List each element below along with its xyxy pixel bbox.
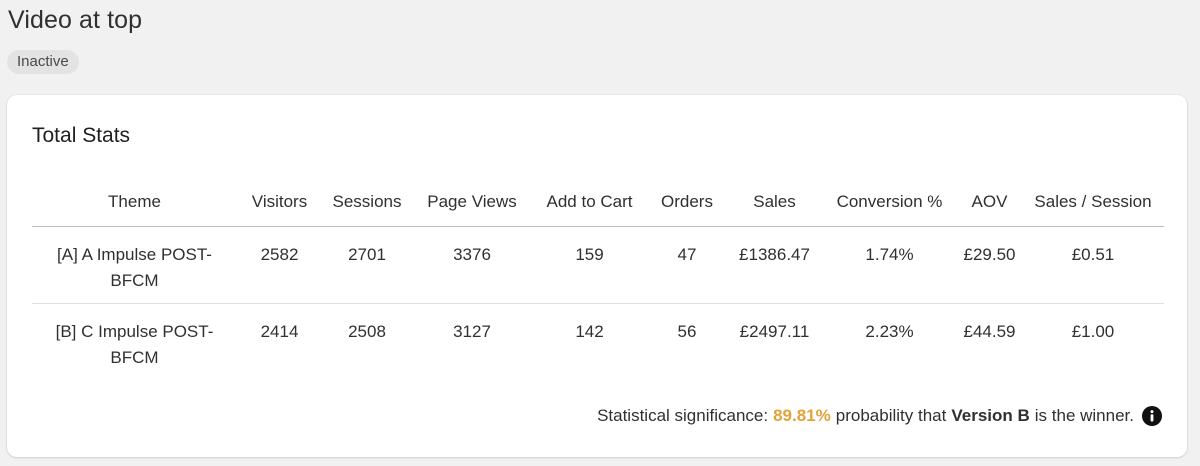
theme-name-line: BFCM	[110, 271, 159, 290]
info-icon[interactable]	[1142, 406, 1162, 426]
cell-page-views: 3127	[453, 322, 491, 341]
page-title: Video at top	[8, 6, 143, 34]
column-header-conversion[interactable]: Conversion %	[822, 178, 957, 227]
cell-theme: [B] C Impulse POST- BFCM	[32, 304, 237, 381]
cell-theme: [A] A Impulse POST- BFCM	[32, 226, 237, 304]
cell-conversion: 2.23%	[865, 322, 914, 341]
column-header-aov[interactable]: AOV	[957, 178, 1022, 227]
cell-visitors: 2582	[237, 226, 322, 304]
total-stats-card: Total Stats Theme Visitors Sessions Page…	[7, 95, 1187, 457]
column-header-theme[interactable]: Theme	[32, 178, 237, 227]
cell-sales-per-session: £1.00	[1071, 322, 1115, 341]
status-badge: Inactive	[7, 50, 79, 74]
significance-middle: probability that	[835, 406, 947, 425]
column-header-sales[interactable]: Sales	[727, 178, 822, 227]
significance-prefix: Statistical significance:	[597, 406, 769, 425]
cell-aov: £29.50	[957, 226, 1022, 304]
cell-orders: 56	[677, 322, 697, 341]
card-title: Total Stats	[32, 124, 131, 147]
cell-visitors: 2414	[260, 322, 299, 341]
winner-version: Version B	[951, 406, 1030, 425]
cell-orders: 47	[647, 226, 727, 304]
column-header-visitors[interactable]: Visitors	[237, 178, 322, 227]
cell-add-to-cart: 142	[575, 322, 604, 341]
significance-percent: 89.81%	[773, 406, 831, 425]
stats-table: Theme Visitors Sessions Page Views Add t…	[32, 178, 1164, 380]
cell-sales: £1386.47	[727, 226, 822, 304]
significance-suffix: is the winner.	[1034, 406, 1134, 425]
cell-aov: £44.59	[963, 322, 1016, 341]
table-row: [B] C Impulse POST- BFCM 2414 2508 3127 …	[32, 304, 1164, 381]
cell-sessions: 2701	[322, 226, 412, 304]
theme-name-line: [B] C Impulse POST-	[55, 322, 214, 341]
column-header-page-views[interactable]: Page Views	[412, 178, 532, 227]
table-header-row: Theme Visitors Sessions Page Views Add t…	[32, 178, 1164, 227]
cell-sales: £2497.11	[739, 322, 810, 341]
theme-name-line: [A] A Impulse POST-	[57, 245, 212, 264]
column-header-sales-per-session[interactable]: Sales / Session	[1022, 178, 1164, 227]
column-header-add-to-cart[interactable]: Add to Cart	[532, 178, 647, 227]
cell-sales-per-session: £0.51	[1022, 226, 1164, 304]
cell-conversion: 1.74%	[822, 226, 957, 304]
column-header-orders[interactable]: Orders	[647, 178, 727, 227]
statistical-significance: Statistical significance: 89.81% probabi…	[597, 406, 1162, 426]
theme-name-line: BFCM	[110, 348, 159, 367]
column-header-sessions[interactable]: Sessions	[322, 178, 412, 227]
table-row: [A] A Impulse POST- BFCM 2582 2701 3376 …	[32, 226, 1164, 304]
cell-add-to-cart: 159	[532, 226, 647, 304]
cell-page-views: 3376	[412, 226, 532, 304]
cell-sessions: 2508	[348, 322, 386, 341]
info-icon-glyph	[1142, 406, 1162, 426]
